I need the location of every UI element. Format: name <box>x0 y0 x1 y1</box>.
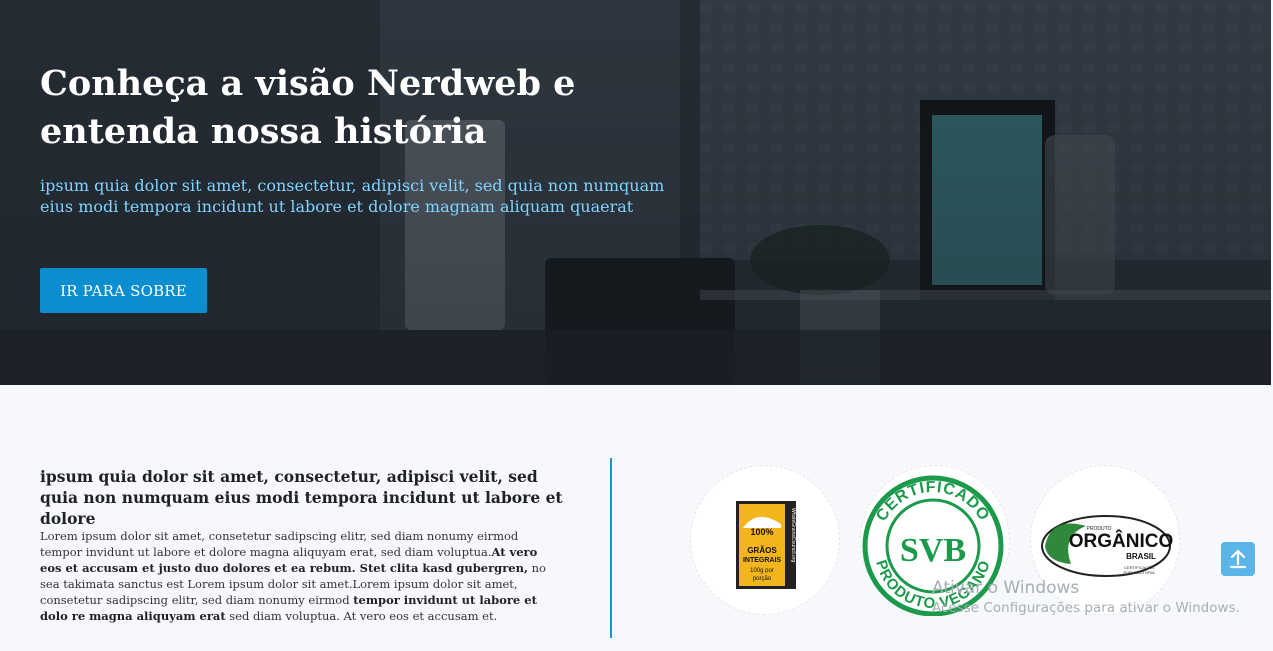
scroll-to-top-button[interactable] <box>1221 542 1255 576</box>
paragraph-text-1: Lorem ipsum dolor sit amet, consetetur s… <box>40 529 519 559</box>
arrow-up-icon <box>1229 549 1247 569</box>
hero-banner: Conheça a visão Nerdweb e entenda nossa … <box>0 0 1271 385</box>
organic-footer-2: POR AUDITORIA <box>1123 570 1155 575</box>
organic-big-text: ORGÂNICO <box>1069 530 1174 552</box>
grains-percent: 100% <box>750 527 773 537</box>
grains-site: WholeGrainsCouncil.org <box>790 508 796 562</box>
whole-grains-badge: 100% GRÃOS INTEGRAIS 100g por porção Who… <box>690 465 840 615</box>
watermark-title: Ativar o Windows <box>932 578 1080 598</box>
organic-country-text: BRASIL <box>1126 552 1156 561</box>
hero-title: Conheça a visão Nerdweb e entenda nossa … <box>40 63 576 152</box>
about-heading: ipsum quia dolor sit amet, consectetur, … <box>40 467 563 528</box>
watermark-subtitle: Acesse Configurações para ativar o Windo… <box>932 600 1240 616</box>
windows-activation-watermark: Ativar o Windows Acesse Configurações pa… <box>932 578 1240 616</box>
about-paragraph: Lorem ipsum dolor sit amet, consetetur s… <box>40 528 560 624</box>
vegan-logo: SVB <box>900 532 966 569</box>
grains-portion-1: 100g por <box>750 568 774 574</box>
paragraph-text-3: sed diam voluptua. At vero eos et accusa… <box>225 609 498 623</box>
hero-subtitle: ipsum quia dolor sit amet, consectetur, … <box>40 176 665 216</box>
grains-word: GRÃOS <box>747 546 777 555</box>
grains-word-2: INTEGRAIS <box>743 557 781 564</box>
go-to-about-button[interactable]: IR PARA SOBRE <box>40 268 207 313</box>
section-divider <box>610 458 612 638</box>
grains-portion-2: porção <box>753 576 772 582</box>
